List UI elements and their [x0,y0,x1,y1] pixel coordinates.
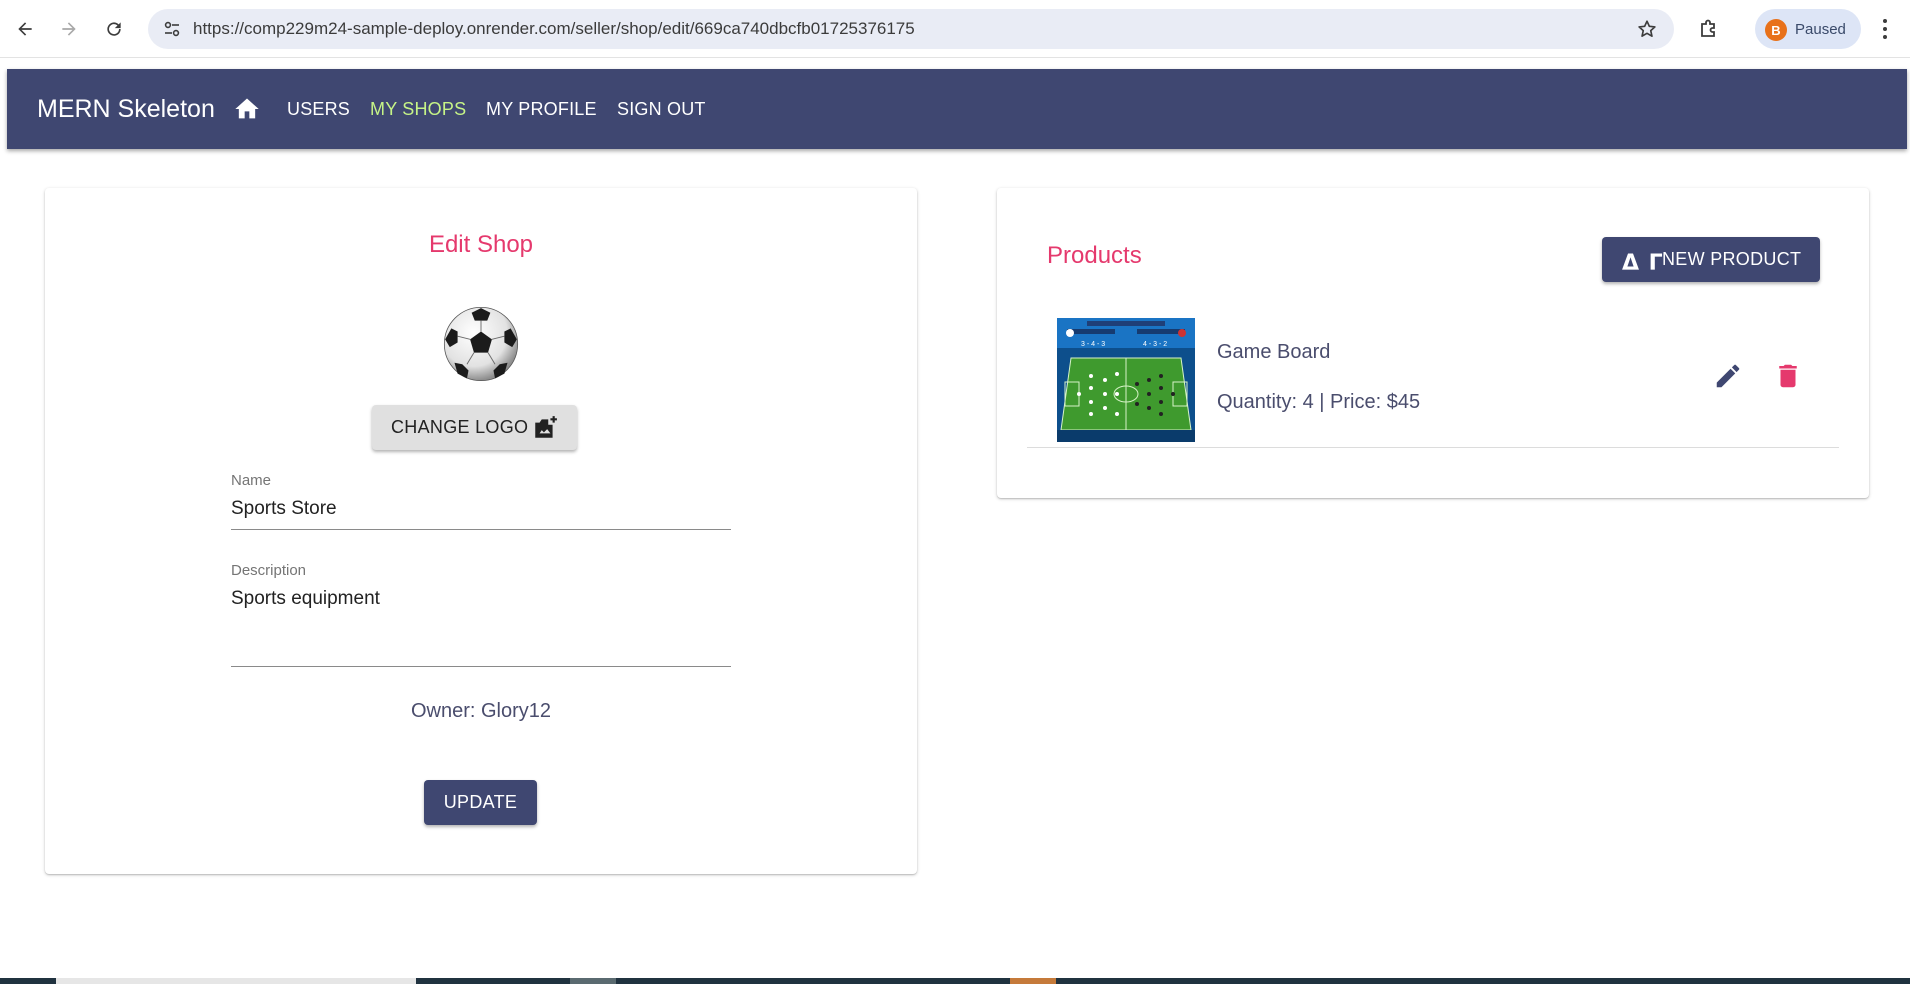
reload-icon [107,22,121,36]
app-bar: MERN Skeleton USERS MY SHOPS MY PROFILE … [7,69,1907,149]
url-text[interactable]: https://comp229m24-sample-deploy.onrende… [193,19,915,39]
description-field[interactable]: Sports equipment [231,588,380,610]
avatar: B [1765,19,1787,41]
site-settings-icon[interactable] [162,19,182,39]
forward-button[interactable] [57,13,81,45]
name-field[interactable]: Sports Store [231,498,337,520]
arrow-left-icon [18,22,32,36]
edit-shop-title: Edit Shop [428,231,534,258]
delete-trash-icon[interactable] [1773,361,1803,391]
taskbar-segment [1010,978,1056,984]
description-label: Description [231,562,307,579]
app-title: MERN Skeleton [37,95,215,123]
name-field-underline [231,529,731,530]
edit-pencil-icon[interactable] [1713,361,1743,391]
shop-logo-soccer-ball [443,306,519,382]
change-logo-button[interactable]: CHANGE LOGO [372,405,577,450]
bookmark-star-icon[interactable] [1636,18,1658,40]
product-name: Game Board [1217,341,1331,363]
nav-my-shops[interactable]: MY SHOPS [370,99,466,120]
nav-users[interactable]: USERS [287,99,350,120]
back-button[interactable] [13,13,37,45]
edit-shop-card: Edit Shop CHANGE LOGO Name Sports Store … [45,188,917,874]
products-title: Products [1047,242,1142,269]
new-product-button[interactable]: Δ Γ NEW PRODUCT [1602,237,1820,282]
thumb-formation-left: 3 - 4 - 3 [1081,341,1105,348]
extensions-puzzle-icon[interactable] [1697,17,1721,41]
product-list-item[interactable]: 3 - 4 - 3 4 - 3 - 2 Game Board Quantity:… [1027,308,1839,448]
profile-status: Paused [1795,21,1846,38]
reload-button[interactable] [102,13,126,45]
thumb-formation-right: 4 - 3 - 2 [1143,341,1167,348]
nav-my-profile[interactable]: MY PROFILE [486,99,597,120]
product-quantity-price: Quantity: 4 | Price: $45 [1217,391,1421,413]
update-label: UPDATE [443,792,518,812]
description-field-underline [231,666,731,667]
change-logo-label: CHANGE LOGO [391,417,529,437]
update-button[interactable]: UPDATE [424,780,537,825]
nav-sign-out[interactable]: SIGN OUT [617,99,706,120]
products-card: Products Δ Γ NEW PRODUCT 3 - 4 - 3 4 - 3… [997,188,1869,498]
product-thumbnail: 3 - 4 - 3 4 - 3 - 2 [1057,318,1195,442]
taskbar-segment [56,978,416,984]
home-icon[interactable] [233,95,261,123]
new-product-icon: Δ Γ [1622,251,1664,276]
kebab-menu-icon[interactable] [1882,17,1888,41]
new-product-label: NEW PRODUCT [1662,249,1802,269]
owner-text: Owner: Glory12 [410,700,552,722]
taskbar-segment [570,978,616,984]
address-bar[interactable]: https://comp229m24-sample-deploy.onrende… [148,9,1674,49]
name-label: Name [231,472,272,489]
taskbar-strip [0,978,1910,984]
add-photo-icon [535,415,558,438]
browser-toolbar: https://comp229m24-sample-deploy.onrende… [0,0,1910,58]
arrow-right-icon [62,22,76,36]
profile-button[interactable]: B Paused [1755,9,1861,49]
